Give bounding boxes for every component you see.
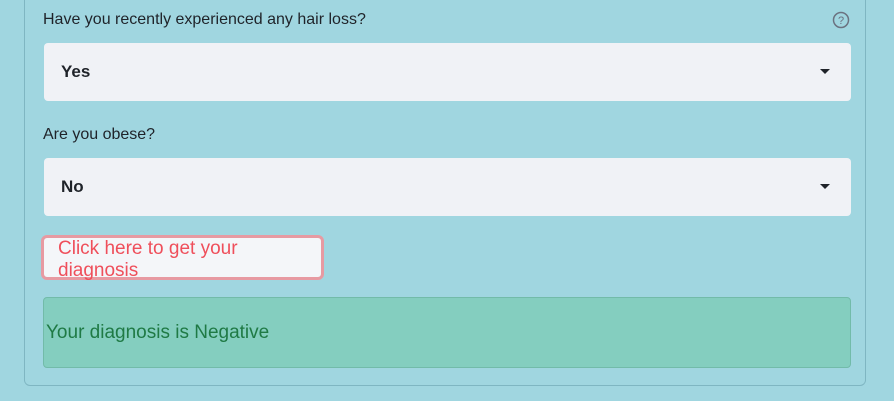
diagnosis-result-alert: Your diagnosis is Negative (43, 297, 851, 368)
get-diagnosis-button[interactable]: Click here to get your diagnosis (41, 235, 324, 281)
question-hair-loss-label: Have you recently experienced any hair l… (43, 11, 366, 28)
chevron-down-icon (820, 184, 830, 189)
help-icon-glyph: ? (838, 15, 844, 27)
hair-loss-selected-value: Yes (61, 62, 91, 81)
obese-selected-value: No (61, 177, 84, 196)
hair-loss-select[interactable]: Yes (44, 43, 851, 101)
diagnosis-result-text: Your diagnosis is Negative (46, 322, 270, 343)
obese-select[interactable]: No (44, 158, 851, 216)
question-obese-label: Are you obese? (43, 126, 156, 143)
help-icon[interactable]: ? (832, 11, 850, 29)
chevron-down-icon (820, 69, 830, 74)
